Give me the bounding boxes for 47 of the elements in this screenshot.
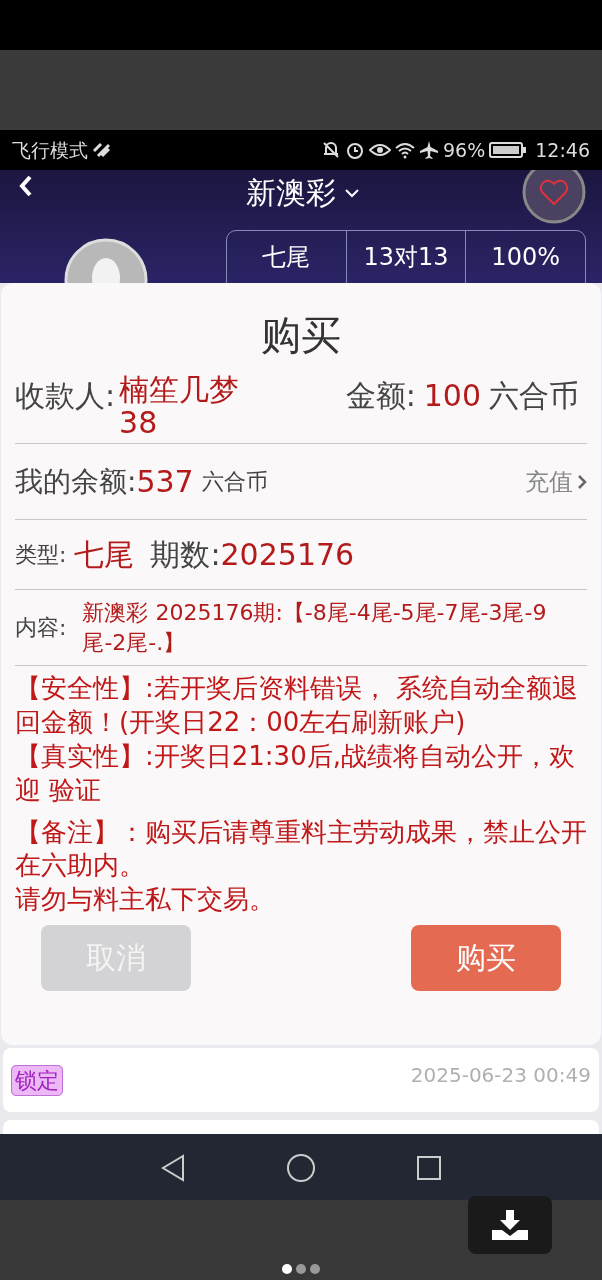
dialog-title: 购买 bbox=[260, 311, 342, 360]
airplane-mode-label: 飞行模式 bbox=[12, 137, 88, 163]
mute-icon bbox=[321, 140, 341, 160]
payee-name: 楠笙几梦38 bbox=[119, 373, 241, 439]
notice-text: 请勿与料主私下交易。 bbox=[15, 883, 276, 917]
content-text: 新澳彩 2025176期:【-8尾-4尾-5尾-7尾-3尾-9尾-2尾-.】 bbox=[82, 599, 548, 657]
chevron-right-icon bbox=[577, 473, 587, 490]
page-indicator-dot[interactable] bbox=[296, 1264, 306, 1274]
clock-time: 12:46 bbox=[535, 137, 590, 163]
page-indicator-dot[interactable] bbox=[282, 1264, 292, 1274]
timestamp: 2025-06-23 00:49 bbox=[410, 1062, 591, 1089]
recharge-link[interactable]: 充值 bbox=[525, 463, 587, 500]
alarm-icon bbox=[345, 140, 365, 160]
currency-unit: 六合币 bbox=[201, 468, 268, 496]
balance-label: 我的余额: bbox=[15, 463, 137, 500]
currency-unit: 六合币 bbox=[489, 377, 579, 415]
stat-value: 七尾 bbox=[262, 243, 311, 271]
balance-value: 537 bbox=[136, 463, 194, 501]
wifi-icon bbox=[395, 141, 415, 159]
dropdown-caret-icon[interactable] bbox=[344, 186, 360, 199]
period-value: 2025176 bbox=[220, 536, 355, 574]
type-label: 类型: bbox=[15, 541, 67, 569]
amount-label: 金额: bbox=[345, 377, 416, 415]
notice-text: 【真实性】:开奖日21:30后,战绩将自动公开，欢迎 验证 bbox=[15, 739, 576, 807]
heart-icon[interactable] bbox=[522, 170, 586, 226]
period-label: 期数: bbox=[150, 536, 221, 574]
lock-tag: 锁定 bbox=[11, 1065, 63, 1096]
home-icon[interactable] bbox=[286, 1152, 316, 1183]
battery-icon bbox=[489, 141, 528, 159]
payee-label: 收款人: bbox=[15, 377, 116, 415]
buy-button[interactable]: 购买 bbox=[411, 924, 561, 991]
airplane-icon bbox=[419, 140, 439, 160]
content-label: 内容: bbox=[15, 614, 67, 643]
stat-value: 100% bbox=[491, 243, 560, 271]
signal-icon bbox=[92, 142, 112, 158]
amount-value: 100 bbox=[423, 377, 481, 415]
stat-value: 13对13 bbox=[363, 243, 449, 271]
recents-icon[interactable] bbox=[416, 1154, 442, 1181]
notice-text: 【安全性】:若开奖后资料错误， 系统自动全额退回金额！(开奖日22：00左右刷新账户) bbox=[15, 672, 580, 740]
lottery-title[interactable]: 新澳彩 bbox=[246, 170, 336, 215]
download-button[interactable] bbox=[468, 1196, 552, 1254]
type-value: 七尾 bbox=[74, 536, 135, 574]
battery-percentage: 96% bbox=[443, 137, 486, 163]
page-indicator-dot[interactable] bbox=[310, 1264, 320, 1274]
download-icon bbox=[490, 1208, 530, 1242]
notice-text: 【备注】：购买后请尊重料主劳动成果，禁止公开在六助内。 bbox=[15, 815, 587, 883]
back-icon[interactable] bbox=[160, 1153, 186, 1182]
